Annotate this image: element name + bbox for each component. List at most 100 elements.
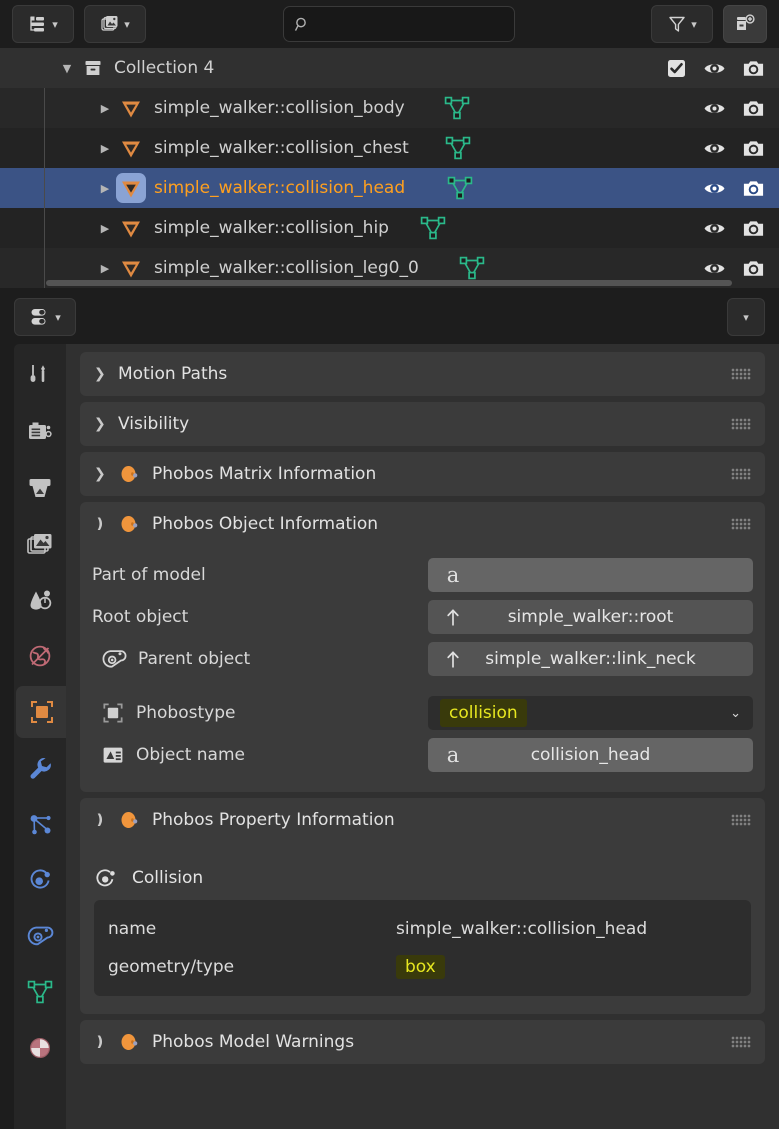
collection-disclosure-triangle[interactable]: ▼	[56, 62, 78, 75]
panel-grip-icon[interactable]	[731, 814, 751, 826]
row-visibility-toggles	[703, 128, 765, 168]
property-table-row[interactable]: geometry/typebox	[94, 948, 751, 986]
tree-indent-line	[44, 248, 45, 288]
row-disclosure-triangle[interactable]: ▶	[94, 102, 116, 115]
panel-motion-paths-header[interactable]: ❯ Motion Paths	[80, 352, 765, 396]
properties-tab-particles[interactable]	[16, 798, 64, 850]
eye-icon[interactable]	[703, 138, 726, 159]
camera-icon[interactable]	[742, 258, 765, 279]
chevron-down-icon: ▾	[743, 312, 749, 323]
panel-grip-icon[interactable]	[731, 468, 751, 480]
panel-phobos-model-warnings: ❫ Phobos Model Warnings	[80, 1020, 765, 1064]
row-disclosure-triangle[interactable]: ▶	[94, 262, 116, 275]
outliner-row-label: simple_walker::collision_chest	[154, 138, 409, 158]
eye-icon[interactable]	[703, 218, 726, 239]
outliner-tree[interactable]: ▼ Collection 4	[0, 48, 779, 288]
property-value: simple_walker::collision_head	[396, 919, 737, 939]
new-collection-icon	[734, 13, 756, 35]
camera-icon[interactable]	[742, 138, 765, 159]
particles-icon	[25, 809, 55, 839]
properties-tab-view-layer[interactable]	[16, 518, 64, 570]
mesh-data-icon[interactable]	[418, 213, 448, 243]
field-value-part-of-model[interactable]: a	[428, 558, 753, 592]
eye-icon[interactable]	[703, 58, 726, 79]
field-value-root-object[interactable]: simple_walker::root	[428, 600, 753, 634]
panel-phobos-object-header[interactable]: ❫ Phobos Object Information	[80, 502, 765, 546]
collision-subheading-label: Collision	[132, 868, 203, 888]
field-value-object-name[interactable]: acollision_head	[428, 738, 753, 772]
outliner-filter-id-button[interactable]: ▾	[84, 5, 146, 43]
panel-phobos-object-body: Part of modelaRoot objectsimple_walker::…	[80, 546, 765, 792]
outliner-row-object[interactable]: ▶simple_walker::collision_body	[0, 88, 779, 128]
phobostype-tag: collision	[440, 699, 527, 728]
outliner-search-input[interactable]	[283, 6, 515, 42]
panel-phobos-property-header[interactable]: ❫ Phobos Property Information	[80, 798, 765, 842]
properties-tab-object-data[interactable]	[16, 966, 64, 1018]
phobos-icon	[118, 512, 142, 536]
outliner-horizontal-scrollbar[interactable]	[46, 280, 732, 286]
mesh-data-icon[interactable]	[443, 133, 473, 163]
row-disclosure-triangle[interactable]: ▶	[94, 142, 116, 155]
camera-icon[interactable]	[742, 98, 765, 119]
eye-icon[interactable]	[703, 98, 726, 119]
field-value-phobostype[interactable]: collision⌄	[428, 696, 753, 730]
camera-icon[interactable]	[742, 58, 765, 79]
outliner-row-object[interactable]: ▶ simple_walker::collision_chest	[0, 128, 779, 168]
outliner-row-object[interactable]: ▶simple_walker::collision_hip	[0, 208, 779, 248]
outliner-display-mode-button[interactable]: ▾	[12, 5, 74, 43]
new-collection-button[interactable]	[723, 5, 767, 43]
outliner-filter-button[interactable]: ▾	[651, 5, 713, 43]
row-disclosure-triangle[interactable]: ▶	[94, 182, 116, 195]
properties-tab-output[interactable]	[16, 462, 64, 514]
properties-editor-icon	[29, 306, 51, 328]
svg-text:a: a	[447, 563, 460, 587]
field-row-object-name: Object nameacollision_head	[80, 736, 765, 774]
physics-orbit-icon	[25, 865, 55, 895]
row-disclosure-triangle[interactable]: ▶	[94, 222, 116, 235]
panel-grip-icon[interactable]	[731, 518, 751, 530]
panel-phobos-matrix-title: Phobos Matrix Information	[152, 464, 376, 484]
mesh-data-icon[interactable]	[445, 173, 475, 203]
properties-tab-world[interactable]	[16, 630, 64, 682]
field-label: Phobostype	[136, 703, 235, 723]
panel-phobos-model-warnings-header[interactable]: ❫ Phobos Model Warnings	[80, 1020, 765, 1064]
eye-icon[interactable]	[703, 258, 726, 279]
panel-motion-paths: ❯ Motion Paths	[80, 352, 765, 396]
outliner-row-object[interactable]: ▶simple_walker::collision_head	[0, 168, 779, 208]
camera-icon[interactable]	[742, 178, 765, 199]
panel-grip-icon[interactable]	[731, 368, 751, 380]
properties-tab-object[interactable]	[16, 686, 68, 738]
camera-icon[interactable]	[742, 218, 765, 239]
phobos-icon	[118, 808, 142, 832]
properties-editor-type-button[interactable]: ▾	[14, 298, 76, 336]
properties-tab-scene[interactable]	[16, 574, 64, 626]
properties-tab-physics[interactable]	[16, 854, 64, 906]
panel-visibility-header[interactable]: ❯ Visibility	[80, 402, 765, 446]
chevron-right-icon: ❯	[94, 366, 108, 382]
panel-phobos-matrix-header[interactable]: ❯ Phobos Matrix Information	[80, 452, 765, 496]
constraint-icon	[25, 921, 55, 951]
properties-tab-tool[interactable]	[16, 350, 64, 402]
scene-cone-icon	[25, 585, 55, 615]
field-value-parent-object[interactable]: simple_walker::link_neck	[428, 642, 753, 676]
properties-tab-render[interactable]	[16, 406, 64, 458]
arrow-up-icon	[440, 646, 466, 672]
outliner-display-mode-icon	[28, 14, 48, 34]
mesh-data-icon[interactable]	[457, 253, 487, 283]
object-mesh-data-icon	[116, 215, 146, 241]
field-label-wrap: Root object	[92, 607, 428, 627]
mesh-data-icon[interactable]	[442, 93, 472, 123]
collection-checkbox[interactable]	[666, 58, 687, 79]
properties-tab-material[interactable]	[16, 1022, 64, 1074]
properties-options-button[interactable]: ▾	[727, 298, 765, 336]
panel-grip-icon[interactable]	[731, 418, 751, 430]
outliner-row-collection[interactable]: ▼ Collection 4	[0, 48, 779, 88]
panel-grip-icon[interactable]	[731, 1036, 751, 1048]
chevron-down-icon: ❫	[94, 812, 108, 828]
properties-tab-modifiers[interactable]	[16, 742, 64, 794]
property-table-row[interactable]: namesimple_walker::collision_head	[94, 910, 751, 948]
properties-tab-constraints[interactable]	[16, 910, 64, 962]
collision-icon	[94, 866, 118, 890]
eye-icon[interactable]	[703, 178, 726, 199]
properties-panel-area: ❯ Motion Paths ❯ Visibility ❯	[66, 344, 779, 1129]
